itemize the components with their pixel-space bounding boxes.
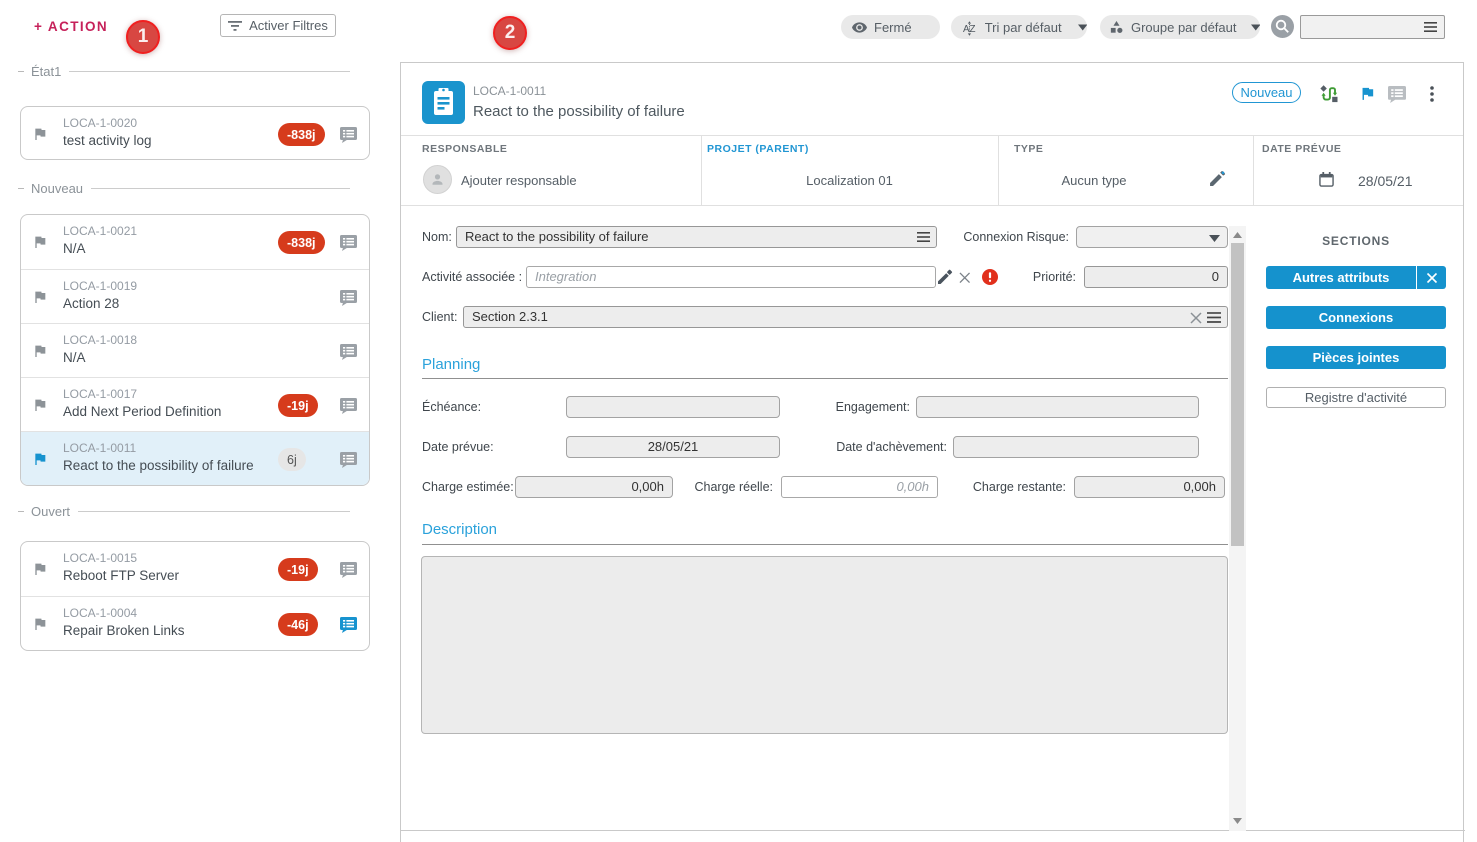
svg-text:Z: Z [970,23,976,34]
